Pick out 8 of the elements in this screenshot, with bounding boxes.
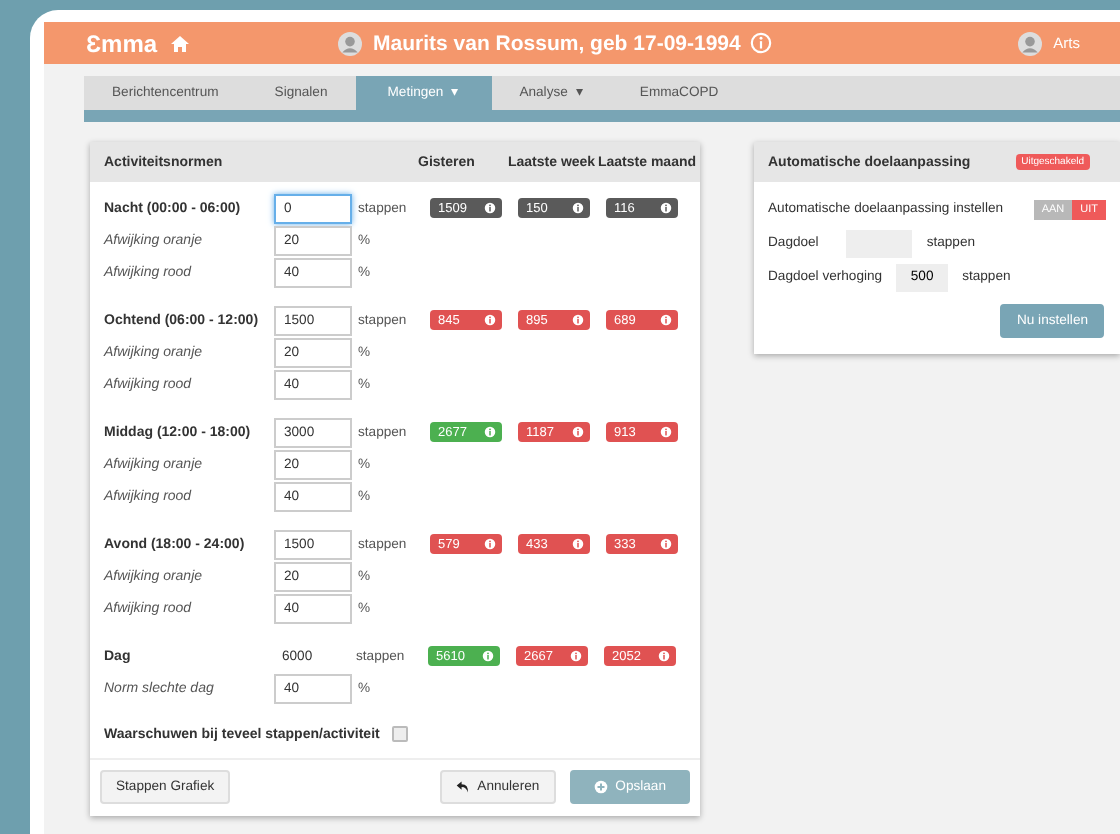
undo-icon xyxy=(455,780,470,794)
info-icon[interactable] xyxy=(750,32,773,54)
avatar-icon xyxy=(1017,31,1042,55)
plus-icon xyxy=(593,780,608,794)
avatar-icon xyxy=(337,31,362,55)
home-icon[interactable] xyxy=(169,33,190,53)
patient-name: Maurits van Rossum, geb 17-09-1994 xyxy=(373,31,741,55)
warning-checkbox[interactable] xyxy=(391,726,408,742)
